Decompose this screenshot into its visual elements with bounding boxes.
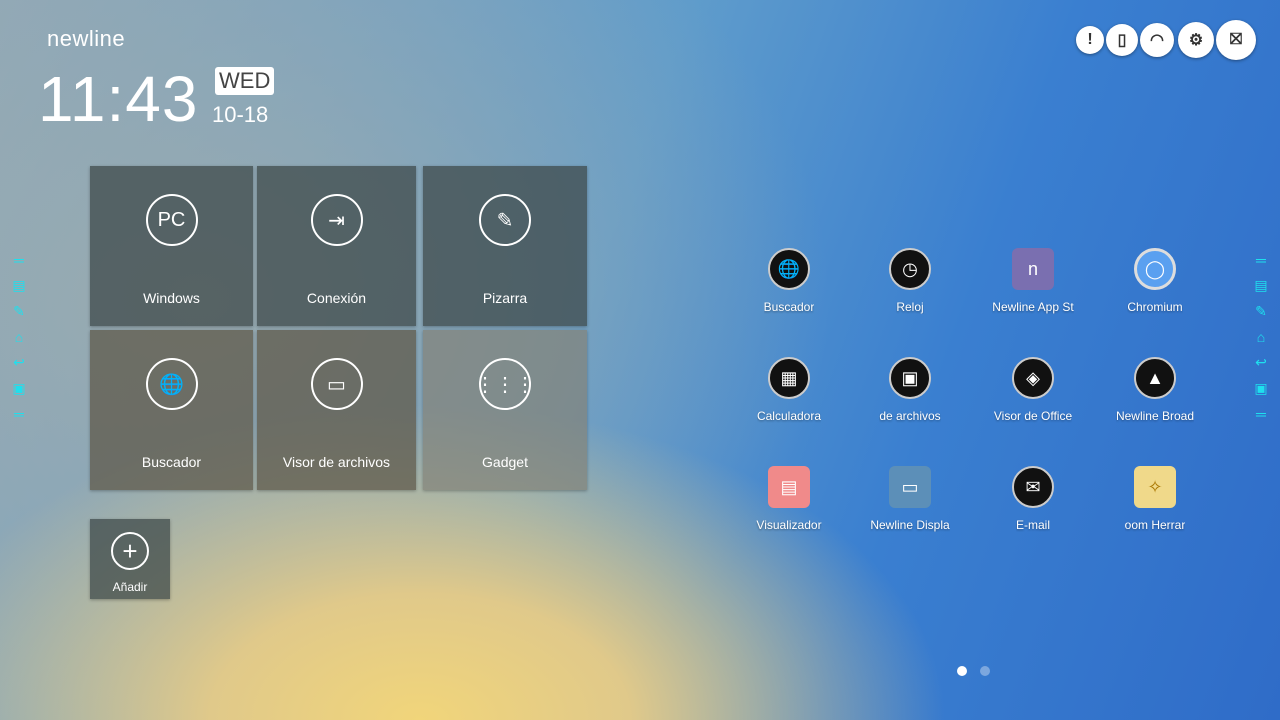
visor-archivos-icon: ▭ bbox=[310, 358, 363, 410]
tile-pizarra[interactable]: ✎ Pizarra bbox=[423, 166, 587, 326]
usb-icon[interactable]: ▯ bbox=[1106, 24, 1138, 56]
windows-icon: PC bbox=[145, 194, 198, 246]
tile-label: Gadget bbox=[482, 454, 528, 470]
add-tile-button[interactable]: + Añadir bbox=[90, 519, 170, 599]
app-label: Buscador bbox=[763, 300, 815, 314]
clock-date: 10-18 bbox=[212, 102, 269, 127]
app-icon[interactable]: ◈ Visor de Office bbox=[978, 357, 1088, 423]
side-tool-icon[interactable]: ✎ bbox=[1255, 303, 1267, 320]
app-label: Visualizador bbox=[756, 518, 822, 532]
app-label: Visor de Office bbox=[993, 409, 1073, 423]
left-sidebar-toolbar: ═ ▤ ✎ ⌂ ↩ ▣ ═ bbox=[7, 252, 31, 422]
app-glyph-icon: n bbox=[1012, 248, 1054, 290]
app-glyph-icon: 🌐 bbox=[768, 248, 810, 290]
page-indicator-1[interactable] bbox=[957, 666, 967, 676]
side-tool-icon[interactable]: ═ bbox=[14, 252, 24, 268]
add-label: Añadir bbox=[112, 580, 148, 594]
tile-gadget[interactable]: ⋮⋮⋮ Gadget bbox=[423, 330, 587, 490]
tile-windows[interactable]: PC Windows bbox=[90, 166, 253, 326]
clock-day: WED bbox=[215, 67, 275, 95]
side-tool-icon[interactable]: ↩ bbox=[1255, 354, 1267, 371]
side-tool-icon[interactable]: ⌂ bbox=[15, 329, 23, 345]
app-icon[interactable]: ◷ Reloj bbox=[855, 248, 965, 314]
side-tool-icon[interactable]: ▣ bbox=[1254, 380, 1267, 397]
app-icon[interactable]: ✉ E-mail bbox=[978, 466, 1088, 532]
app-icon[interactable]: n Newline App St bbox=[978, 248, 1088, 314]
tile-label: Buscador bbox=[141, 454, 202, 470]
pizarra-icon: ✎ bbox=[479, 194, 531, 246]
side-tool-icon[interactable]: ▤ bbox=[1254, 277, 1267, 294]
side-tool-icon[interactable]: ═ bbox=[14, 406, 24, 422]
app-glyph-icon: ✧ bbox=[1134, 466, 1176, 508]
tile-label: Conexión bbox=[306, 290, 367, 306]
conexion-icon: ⇥ bbox=[310, 194, 363, 246]
app-label: E-mail bbox=[1015, 518, 1050, 532]
app-glyph-icon: ✉ bbox=[1012, 466, 1054, 508]
side-tool-icon[interactable]: ✎ bbox=[13, 303, 25, 320]
plus-icon: + bbox=[111, 532, 149, 570]
gear-icon[interactable]: ⚙ bbox=[1178, 22, 1214, 58]
app-glyph-icon: ◷ bbox=[889, 248, 931, 290]
side-tool-icon[interactable]: ⌂ bbox=[1257, 329, 1265, 345]
app-icon[interactable]: ✧ oom Herrar bbox=[1100, 466, 1210, 532]
app-icon[interactable]: 🌐 Buscador bbox=[734, 248, 844, 314]
tile-label: Pizarra bbox=[482, 290, 528, 306]
app-glyph-icon: ▣ bbox=[889, 357, 931, 399]
clock-time: 11:43 bbox=[38, 63, 199, 135]
tile-visor-archivos[interactable]: ▭ Visor de archivos bbox=[257, 330, 416, 490]
tile-conexion[interactable]: ⇥ Conexión bbox=[257, 166, 416, 326]
tile-buscador[interactable]: 🌐 Buscador bbox=[90, 330, 253, 490]
app-label: Reloj bbox=[896, 300, 924, 314]
side-tool-icon[interactable]: ↩ bbox=[13, 354, 25, 371]
app-icon[interactable]: ▲ Newline Broad bbox=[1100, 357, 1210, 423]
side-tool-icon[interactable]: ═ bbox=[1256, 252, 1266, 268]
exit-icon[interactable]: ⛝ bbox=[1216, 20, 1256, 60]
tile-label: Visor de archivos bbox=[282, 454, 391, 470]
app-label: oom Herrar bbox=[1124, 518, 1186, 532]
gadget-icon: ⋮⋮⋮ bbox=[475, 358, 535, 410]
app-label: de archivos bbox=[879, 409, 941, 423]
app-icon[interactable]: ▭ Newline Displa bbox=[855, 466, 965, 532]
app-label: Chromium bbox=[1127, 300, 1183, 314]
tile-label: Windows bbox=[143, 290, 200, 306]
app-glyph-icon: ▲ bbox=[1134, 357, 1176, 399]
app-glyph-icon: ◯ bbox=[1134, 248, 1176, 290]
app-icon[interactable]: ◯ Chromium bbox=[1100, 248, 1210, 314]
alert-icon[interactable]: ! bbox=[1076, 26, 1104, 54]
app-label: Newline Broad bbox=[1115, 409, 1195, 423]
app-label: Calculadora bbox=[756, 409, 822, 423]
side-tool-icon[interactable]: ▤ bbox=[12, 277, 25, 294]
buscador-icon: 🌐 bbox=[145, 358, 198, 410]
app-label: Newline App St bbox=[992, 300, 1074, 314]
page-indicator-2[interactable] bbox=[980, 666, 990, 676]
app-label: Newline Displa bbox=[870, 518, 950, 532]
app-icon[interactable]: ▦ Calculadora bbox=[734, 357, 844, 423]
brand-logo: newline bbox=[47, 26, 126, 51]
app-icon[interactable]: ▤ Visualizador bbox=[734, 466, 844, 532]
right-sidebar-toolbar: ═ ▤ ✎ ⌂ ↩ ▣ ═ bbox=[1249, 252, 1273, 422]
app-icon[interactable]: ▣ de archivos bbox=[855, 357, 965, 423]
side-tool-icon[interactable]: ═ bbox=[1256, 406, 1266, 422]
app-glyph-icon: ◈ bbox=[1012, 357, 1054, 399]
wifi-icon[interactable]: ◠ bbox=[1140, 23, 1174, 57]
app-glyph-icon: ▭ bbox=[889, 466, 931, 508]
side-tool-icon[interactable]: ▣ bbox=[12, 380, 25, 397]
app-glyph-icon: ▦ bbox=[768, 357, 810, 399]
app-glyph-icon: ▤ bbox=[768, 466, 810, 508]
